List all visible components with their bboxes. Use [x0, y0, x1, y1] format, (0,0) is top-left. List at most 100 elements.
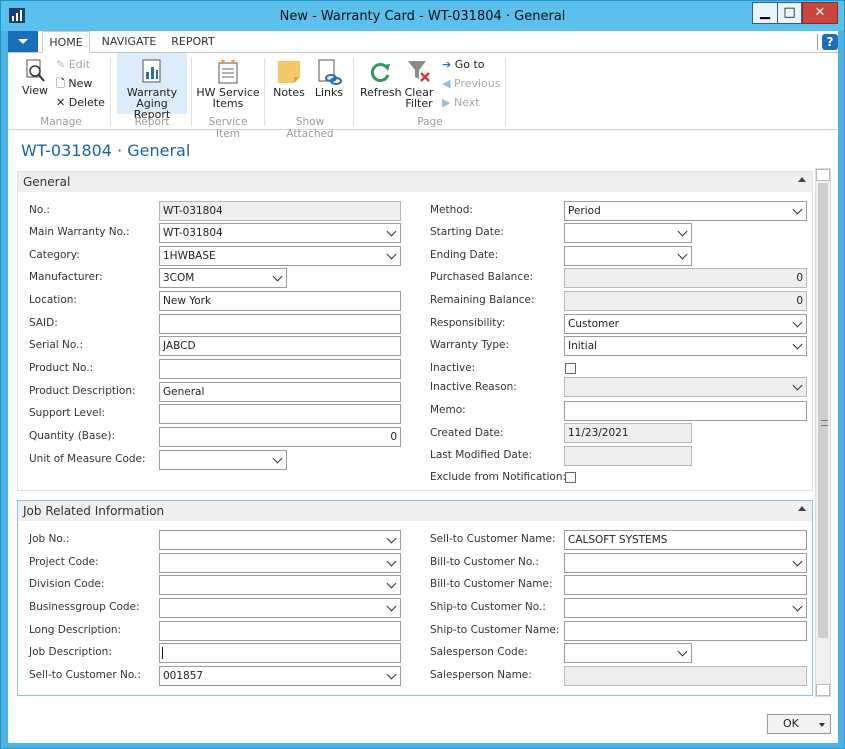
chevron-down-icon[interactable] — [792, 204, 803, 215]
hw-service-items-button[interactable]: HW Service Items — [196, 59, 260, 115]
general-section-title: General — [23, 175, 71, 189]
category-select[interactable]: 1HWBASE — [159, 246, 401, 266]
close-button[interactable]: ✕ — [802, 2, 838, 24]
edit-button[interactable]: ✎ Edit — [56, 58, 90, 72]
chevron-down-icon[interactable] — [386, 226, 397, 237]
help-icon[interactable]: ? — [822, 34, 838, 50]
minimize-button[interactable]: ▁ — [752, 2, 778, 24]
job-no-select[interactable] — [159, 530, 401, 550]
chevron-down-icon[interactable] — [386, 669, 397, 680]
tab-home[interactable]: HOME — [42, 31, 90, 53]
long-description-field[interactable] — [159, 621, 401, 641]
scroll-up-button[interactable] — [816, 169, 830, 181]
previous-button[interactable]: ◀ Previous — [442, 77, 500, 91]
exclude-from-notification-checkbox[interactable] — [565, 472, 576, 483]
field-label-product-description: Product Description: — [29, 385, 136, 397]
collapse-caret-icon[interactable] — [798, 177, 806, 182]
said-field[interactable] — [159, 314, 401, 334]
vertical-scrollbar[interactable] — [815, 168, 831, 697]
chevron-down-icon[interactable] — [272, 453, 283, 464]
chevron-down-icon[interactable] — [819, 723, 825, 727]
ok-button[interactable]: OK — [767, 714, 831, 734]
chevron-down-icon[interactable] — [677, 646, 688, 657]
general-section-header[interactable]: General — [18, 172, 812, 192]
bill-to-customer-no-select[interactable] — [564, 553, 807, 573]
product-description-field[interactable]: General — [159, 382, 401, 402]
field-label-responsibility: Responsibility: — [430, 317, 506, 329]
delete-button[interactable]: ✕ Delete — [56, 96, 105, 110]
field-label-division-code: Division Code: — [29, 578, 105, 590]
chevron-down-icon[interactable] — [386, 249, 397, 260]
collapse-caret-icon[interactable] — [798, 506, 806, 511]
businessgroup-code-select[interactable] — [159, 598, 401, 618]
created-date-field[interactable]: 11/23/2021 — [564, 423, 692, 443]
inactive-checkbox[interactable] — [565, 363, 576, 374]
tab-navigate[interactable]: NAVIGATE — [98, 31, 160, 53]
chevron-down-icon[interactable] — [792, 601, 803, 612]
notes-button[interactable]: Notes — [271, 59, 307, 103]
view-button[interactable]: View — [18, 59, 52, 103]
scrollbar-thumb[interactable] — [818, 183, 828, 638]
notes-label: Notes — [273, 86, 305, 99]
chevron-down-icon[interactable] — [386, 578, 397, 589]
chevron-down-icon[interactable] — [272, 271, 283, 282]
notes-icon — [278, 61, 300, 83]
responsibility-select[interactable]: Customer — [564, 314, 807, 334]
product-no-field[interactable] — [159, 359, 401, 379]
links-button[interactable]: Links — [311, 59, 347, 103]
support-level-field[interactable] — [159, 404, 401, 424]
no-field[interactable]: WT-031804 — [159, 201, 401, 221]
chevron-down-icon[interactable] — [792, 339, 803, 350]
job-section-header[interactable]: Job Related Information — [18, 501, 812, 521]
warranty-aging-report-button[interactable]: Warranty Aging Report — [117, 53, 187, 120]
chevron-down-icon[interactable] — [677, 226, 688, 237]
warranty-type-value: Initial — [568, 340, 598, 352]
chevron-down-icon[interactable] — [792, 317, 803, 328]
main-warranty-no-select[interactable]: WT-031804 — [159, 223, 401, 243]
remaining-balance-field[interactable]: 0 — [564, 291, 807, 311]
memo-field[interactable] — [564, 401, 807, 421]
ending-date-select[interactable] — [564, 246, 692, 266]
chevron-down-icon[interactable] — [386, 533, 397, 544]
project-code-select[interactable] — [159, 553, 401, 573]
inactive-reason-select[interactable] — [564, 377, 807, 397]
last-modified-date-field[interactable] — [564, 446, 692, 466]
division-code-select[interactable] — [159, 575, 401, 595]
go-to-button[interactable]: ➔ Go to — [442, 58, 485, 72]
chevron-down-icon[interactable] — [792, 380, 803, 391]
clear-filter-icon — [408, 61, 430, 82]
group-service-item: Service Item — [208, 116, 248, 140]
purchased-balance-field[interactable]: 0 — [564, 268, 807, 288]
job-description-field[interactable] — [159, 643, 401, 663]
new-button[interactable]: 🗋 New — [56, 77, 92, 91]
maximize-button[interactable]: □ — [777, 2, 802, 24]
chevron-down-icon[interactable] — [386, 601, 397, 612]
field-label-product-no: Product No.: — [29, 362, 94, 374]
starting-date-select[interactable] — [564, 223, 692, 243]
manufacturer-select[interactable]: 3COM — [159, 268, 287, 288]
sell-to-customer-no-select[interactable]: 001857 — [159, 666, 401, 686]
clear-filter-button[interactable]: Clear Filter — [402, 59, 436, 115]
sell-to-customer-name-field[interactable]: CALSOFT SYSTEMS — [564, 530, 807, 550]
file-menu-button[interactable] — [8, 31, 38, 52]
serial-no-field[interactable]: JABCD — [159, 336, 401, 356]
salesperson-name-field[interactable] — [564, 666, 807, 686]
chevron-down-icon[interactable] — [792, 556, 803, 567]
location-field[interactable]: New York — [159, 291, 401, 311]
salesperson-code-select[interactable] — [564, 643, 692, 663]
page-title: WT-031804 · General — [21, 141, 191, 160]
tab-report[interactable]: REPORT — [168, 31, 218, 53]
warranty-type-select[interactable]: Initial — [564, 336, 807, 356]
chevron-down-icon[interactable] — [386, 556, 397, 567]
ship-to-customer-name-field[interactable] — [564, 621, 807, 641]
quantity-base-field[interactable]: 0 — [159, 427, 401, 447]
unit-of-measure-select[interactable] — [159, 450, 287, 470]
next-button[interactable]: ▶ Next — [442, 96, 480, 110]
ship-to-customer-no-select[interactable] — [564, 598, 807, 618]
method-select[interactable]: Period — [564, 201, 807, 221]
chevron-down-icon[interactable] — [677, 249, 688, 260]
bill-to-customer-name-field[interactable] — [564, 575, 807, 595]
field-label-purchased-balance: Purchased Balance: — [430, 271, 534, 283]
scroll-down-button[interactable] — [816, 684, 830, 696]
refresh-button[interactable]: Refresh — [360, 59, 402, 103]
